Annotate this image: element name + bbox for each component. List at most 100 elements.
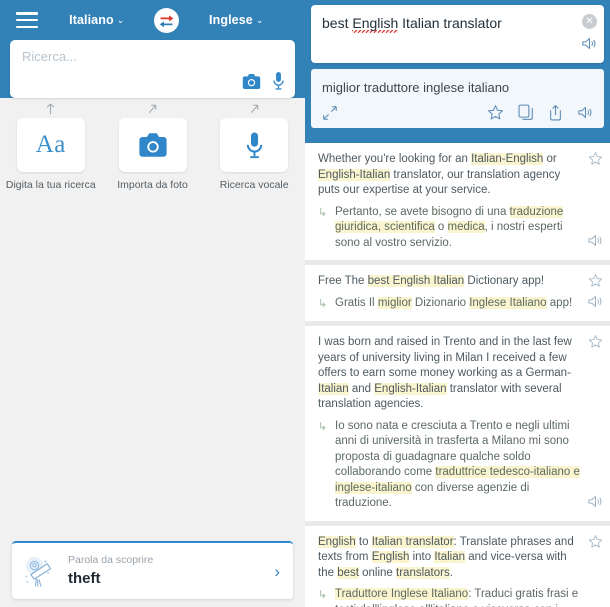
search-results-list[interactable]: Whether you're looking for an Italian-En… [305, 143, 610, 607]
source-language-selector[interactable]: Italiano ⌄ [38, 11, 150, 29]
query-speaker-button[interactable] [581, 36, 598, 56]
microphone-icon [246, 131, 262, 158]
highlight-term: Italian translator [371, 535, 454, 548]
result-translation-row: ↳ Io sono nata e cresciuta a Trento e neg… [318, 419, 580, 512]
copy-icon[interactable] [518, 104, 534, 121]
type-search-tile[interactable]: Aa [16, 118, 85, 172]
speaker-icon [582, 38, 596, 49]
highlight-term: traduttrice tedesco-italiano e inglese-i… [335, 466, 580, 494]
highlight-term: English [318, 535, 356, 548]
highlight-term: Traduttore Inglese Italiano [335, 588, 469, 600]
quick-action-photo[interactable]: Importa da foto [102, 100, 204, 200]
chevron-down-icon: ⌄ [255, 15, 264, 25]
highlight-term: translators [396, 566, 450, 579]
result-favorite-button[interactable] [588, 273, 603, 293]
highlight-term: medica [447, 221, 485, 233]
result-speaker-button[interactable] [587, 494, 604, 514]
query-misspelled-word: English [352, 15, 399, 34]
expand-arrows-icon[interactable] [322, 105, 338, 121]
quick-action-label: Importa da foto [117, 179, 188, 191]
target-language-label: Inglese [209, 13, 253, 27]
query-text: best English Italian translator [322, 14, 572, 34]
speaker-icon [588, 495, 602, 507]
highlight-term: Italian [434, 551, 466, 563]
highlight-term: English-Italian [374, 382, 447, 395]
star-icon [588, 335, 603, 348]
result-item[interactable]: I was born and raised in Trento and in t… [305, 326, 610, 521]
camera-icon [138, 133, 167, 157]
result-speaker-button[interactable] [587, 233, 604, 253]
arrow-up-icon [44, 100, 57, 118]
telescope-icon [25, 556, 52, 587]
target-language-selector[interactable]: Inglese ⌄ [184, 11, 290, 29]
arrow-up-right-icon [146, 100, 159, 118]
camera-icon[interactable] [242, 73, 261, 90]
microphone-icon[interactable] [272, 71, 285, 91]
left-panel: Italiano ⌄ Inglese ⌄ Ricerca... Aa Digit… [0, 0, 305, 607]
result-translation-text: Io sono nata e cresciuta a Trento e negl… [335, 419, 580, 509]
result-favorite-button[interactable] [588, 334, 603, 354]
translation-action-icons [487, 104, 594, 121]
search-input-actions [242, 71, 285, 91]
highlight-term: English-Italian [318, 168, 391, 181]
search-input-box[interactable]: Ricerca... [10, 40, 295, 98]
word-of-the-day-word: theft [68, 570, 101, 587]
translation-result-card: miglior traduttore inglese italiano [311, 69, 604, 128]
voice-search-tile[interactable] [220, 118, 289, 172]
speaker-icon [588, 235, 602, 246]
result-item[interactable]: Free The best English Italian Dictionary… [305, 265, 610, 321]
star-icon [588, 274, 603, 287]
query-input-box[interactable]: best English Italian translator ✕ [311, 5, 604, 63]
translation-result-text: miglior traduttore inglese italiano [322, 80, 510, 95]
quick-action-label: Ricerca vocale [219, 179, 289, 191]
translation-arrow-icon: ↳ [318, 206, 328, 219]
result-favorite-button[interactable] [588, 534, 603, 554]
word-of-the-day-card[interactable]: Parola da scoprire theft › [12, 541, 293, 599]
search-input-placeholder: Ricerca... [22, 49, 77, 64]
word-of-the-day-kicker: Parola da scoprire [68, 554, 154, 566]
highlight-term: Italian [318, 382, 349, 395]
star-icon[interactable] [487, 104, 504, 121]
result-speaker-button[interactable] [587, 294, 604, 314]
highlight-term: English [371, 551, 410, 563]
quick-action-label: Digita la tua ricerca [5, 179, 96, 191]
quick-action-type[interactable]: Aa Digita la tua ricerca [0, 100, 102, 200]
chevron-right-icon[interactable]: › [274, 563, 283, 580]
swap-languages-logo[interactable] [150, 7, 184, 33]
share-icon[interactable] [548, 104, 563, 121]
word-of-the-day-texts: Parola da scoprire theft [60, 553, 274, 589]
star-icon [588, 534, 603, 548]
result-source-text: I was born and raised in Trento and in t… [318, 336, 572, 410]
photo-import-tile[interactable] [118, 118, 187, 172]
result-source-text: Whether you're looking for an Italian-En… [318, 153, 561, 196]
translation-arrow-icon: ↳ [318, 589, 328, 601]
speaker-icon[interactable] [577, 105, 594, 120]
right-panel: best English Italian translator ✕ miglio… [305, 0, 610, 607]
translator-app-window: Italiano ⌄ Inglese ⌄ Ricerca... Aa Digit… [0, 0, 610, 607]
highlight-term: Italian-English [471, 153, 544, 165]
result-item[interactable]: English to Italian translator: Translate… [305, 525, 610, 607]
result-translation-row: ↳ Gratis Il miglior Dizionario Inglese It… [318, 296, 580, 313]
left-header-row: Italiano ⌄ Inglese ⌄ [0, 0, 305, 40]
result-translation-text: Gratis Il miglior Dizionario Inglese Ita… [335, 296, 573, 309]
result-item[interactable]: Whether you're looking for an Italian-En… [305, 143, 610, 260]
result-translation-row: ↳ Traduttore Inglese Italiano: Traduci gr… [318, 587, 580, 607]
translation-result-actions [322, 104, 594, 121]
result-translation-text: Traduttore Inglese Italiano: Traduci gra… [335, 588, 579, 607]
query-text-after: Italian translator [398, 15, 502, 31]
highlight-term: best English Italian [367, 275, 465, 287]
quick-actions-row: Aa Digita la tua ricerca Importa da foto… [0, 100, 305, 200]
result-favorite-button[interactable] [588, 151, 603, 171]
query-text-before: best [322, 15, 353, 31]
text-aa-icon: Aa [35, 131, 66, 158]
speaker-icon [588, 296, 602, 307]
result-source-text: English to Italian translator: Translate… [318, 535, 574, 579]
quick-action-voice[interactable]: Ricerca vocale [203, 100, 305, 200]
clear-query-button[interactable]: ✕ [582, 14, 597, 29]
hamburger-menu-icon[interactable] [16, 12, 38, 28]
query-header: best English Italian translator ✕ [305, 0, 610, 63]
result-translation-row: ↳ Pertanto, se avete bisogno di una tradu… [318, 205, 580, 252]
translation-arrow-icon: ↳ [318, 420, 328, 433]
highlight-term: miglior [377, 296, 412, 309]
left-header: Italiano ⌄ Inglese ⌄ Ricerca... [0, 0, 305, 98]
